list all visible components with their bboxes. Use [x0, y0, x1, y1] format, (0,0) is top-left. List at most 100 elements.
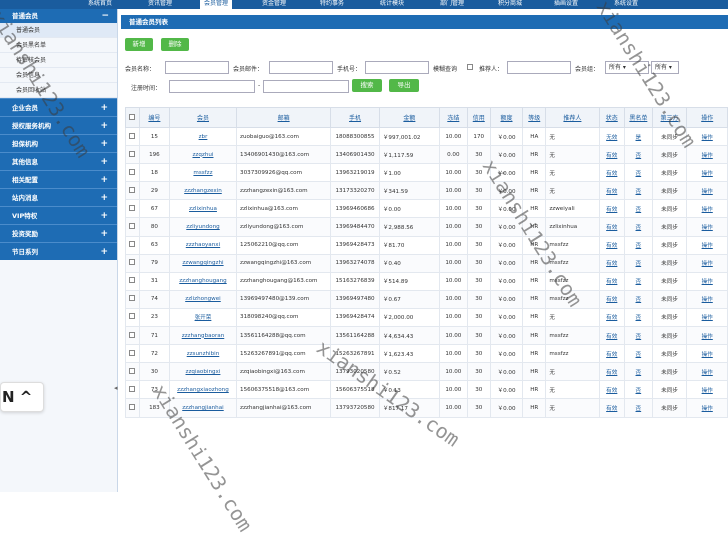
row-checkbox[interactable]	[129, 295, 136, 302]
row-select-cell[interactable]	[125, 253, 140, 273]
sidebar-group-holidays[interactable]: 节日系列 +	[0, 242, 117, 260]
sidebar-item-blacklist[interactable]: 会员黑名单	[0, 38, 117, 53]
sidebar-item-pending[interactable]: 待审核会员	[0, 53, 117, 68]
column-header[interactable]: 第三方	[651, 107, 688, 128]
blacklist-cell[interactable]: 否	[623, 398, 653, 418]
row-checkbox[interactable]	[129, 241, 136, 248]
sidebar-header[interactable]: 普通会员 −	[0, 9, 117, 23]
nav-tab-settings[interactable]: 系统设置	[614, 0, 638, 9]
username-cell[interactable]: zzzhangxiaozhong	[168, 380, 238, 400]
row-checkbox[interactable]	[129, 168, 136, 175]
row-select-cell[interactable]	[125, 362, 140, 382]
action-cell[interactable]: 操作	[686, 344, 728, 364]
action-cell[interactable]: 操作	[686, 181, 728, 201]
blacklist-cell[interactable]: 否	[623, 289, 653, 309]
blacklist-cell[interactable]: 否	[623, 344, 653, 364]
username-cell[interactable]: zzzhangzexin	[168, 181, 238, 201]
row-checkbox[interactable]	[129, 150, 136, 157]
row-checkbox[interactable]	[129, 259, 136, 266]
blacklist-cell[interactable]: 否	[623, 326, 653, 346]
row-checkbox[interactable]	[129, 313, 136, 320]
status-cell[interactable]: 有效	[598, 289, 625, 309]
blacklist-cell[interactable]: 否	[623, 380, 653, 400]
row-select-cell[interactable]	[125, 126, 140, 147]
username-cell[interactable]: zzsunzhibin	[168, 344, 238, 364]
collapse-icon[interactable]: −	[101, 9, 109, 23]
column-header[interactable]: 操作	[686, 107, 728, 128]
group-select[interactable]: 所有 ▾	[605, 61, 649, 74]
action-cell[interactable]: 操作	[686, 326, 728, 346]
status-cell[interactable]: 有效	[598, 199, 625, 219]
row-checkbox[interactable]	[129, 186, 136, 193]
status-cell[interactable]: 有效	[598, 163, 625, 183]
status-cell[interactable]: 有效	[598, 271, 625, 291]
blacklist-cell[interactable]: 否	[623, 217, 653, 237]
export-button[interactable]: 导出	[389, 79, 419, 92]
column-header[interactable]: 状态	[598, 107, 625, 128]
sidebar-item-ordinary-members[interactable]: 普通会员	[0, 23, 117, 38]
column-header[interactable]: 推荐人	[545, 107, 600, 128]
blacklist-cell[interactable]: 否	[623, 253, 653, 273]
blacklist-cell[interactable]: 是	[623, 126, 653, 147]
column-header[interactable]: 黑名单	[623, 107, 653, 128]
nav-tab-members[interactable]: 会员管理	[200, 0, 233, 9]
row-select-cell[interactable]	[125, 344, 140, 364]
username-input[interactable]	[165, 61, 229, 74]
status-cell[interactable]: 有效	[598, 145, 625, 165]
status-cell[interactable]: 有效	[598, 344, 625, 364]
column-header[interactable]: 邮箱	[236, 107, 332, 128]
phone-input[interactable]	[365, 61, 429, 74]
email-input[interactable]	[269, 61, 333, 74]
action-cell[interactable]: 操作	[686, 307, 728, 328]
row-select-cell[interactable]	[125, 217, 140, 237]
action-cell[interactable]: 操作	[686, 398, 728, 418]
blacklist-cell[interactable]: 否	[623, 271, 653, 291]
action-cell[interactable]: 操作	[686, 126, 728, 147]
row-checkbox[interactable]	[129, 367, 136, 374]
nav-tab-funds[interactable]: 资金管理	[262, 0, 286, 9]
column-header[interactable]: 冻结	[438, 107, 468, 128]
username-cell[interactable]: zzqzhui	[168, 145, 238, 165]
sidebar-group-vip[interactable]: VIP特权 +	[0, 206, 117, 224]
fuzzy-checkbox[interactable]	[467, 64, 473, 70]
row-select-cell[interactable]	[125, 326, 140, 346]
row-checkbox[interactable]	[129, 132, 136, 139]
sidebar-group-other-info[interactable]: 其他信息 +	[0, 152, 117, 170]
status-cell[interactable]: 有效	[598, 362, 625, 382]
username-cell[interactable]: zzlizhongwei	[168, 289, 238, 309]
row-select-cell[interactable]	[125, 181, 140, 201]
username-cell[interactable]: zzzhangjianhai	[168, 398, 238, 418]
username-cell[interactable]: zbr	[168, 126, 238, 147]
action-cell[interactable]: 操作	[686, 199, 728, 219]
status-cell[interactable]: 有效	[598, 326, 625, 346]
nav-tab-illustration[interactable]: 插画设置	[554, 0, 578, 9]
blacklist-cell[interactable]: 否	[623, 181, 653, 201]
username-cell[interactable]: 张开荣	[168, 307, 238, 328]
nav-tab-special[interactable]: 特约事务	[320, 0, 344, 9]
row-checkbox[interactable]	[129, 204, 136, 211]
nav-tab-home[interactable]: 系统首页	[88, 0, 112, 9]
sidebar-group-enterprise[interactable]: 企业会员 +	[0, 98, 117, 116]
status-cell[interactable]: 有效	[598, 398, 625, 418]
row-checkbox[interactable]	[129, 277, 136, 284]
sidebar-group-config[interactable]: 相关配置 +	[0, 170, 117, 188]
action-cell[interactable]: 操作	[686, 271, 728, 291]
delete-button[interactable]: 删除	[161, 38, 189, 51]
select-all-cell[interactable]	[125, 107, 140, 128]
row-select-cell[interactable]	[125, 235, 140, 255]
status-cell[interactable]: 无效	[598, 126, 625, 147]
column-header[interactable]: 金额	[378, 107, 440, 128]
sidebar-group-guarantee[interactable]: 担保机构 +	[0, 134, 117, 152]
nav-tab-mall[interactable]: 积分商城	[498, 0, 522, 9]
referrer-input[interactable]	[507, 61, 571, 74]
username-cell[interactable]: zzzhaoyanxi	[168, 235, 238, 255]
status-cell[interactable]: 有效	[598, 380, 625, 400]
column-header[interactable]: 等级	[522, 107, 547, 128]
row-checkbox[interactable]	[129, 223, 136, 230]
username-cell[interactable]: mssfzz	[168, 163, 238, 183]
action-cell[interactable]: 操作	[686, 362, 728, 382]
select-all-checkbox[interactable]	[129, 113, 136, 120]
regtime-end-input[interactable]	[263, 80, 349, 93]
action-cell[interactable]: 操作	[686, 163, 728, 183]
status-cell[interactable]: 有效	[598, 181, 625, 201]
